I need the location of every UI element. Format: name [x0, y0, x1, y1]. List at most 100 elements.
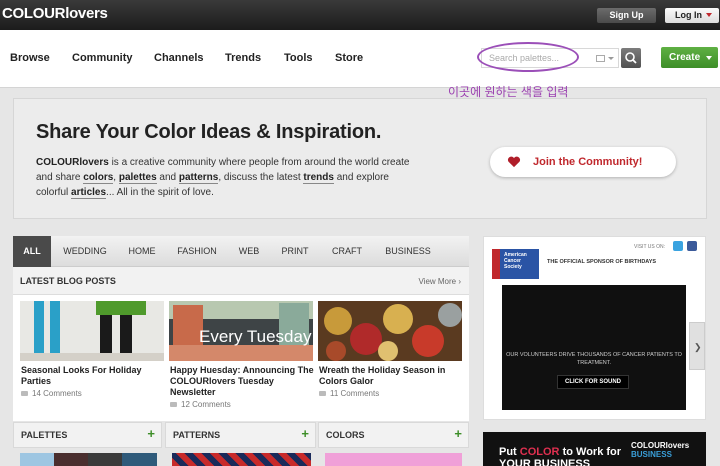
ad-business[interactable]: Put COLOR to Work for YOUR BUSINESS COLOU… — [483, 432, 706, 466]
post-image-caption: Every Tuesday — [199, 327, 312, 346]
search-icon — [625, 52, 637, 64]
hero-title: Share Your Color Ideas & Inspiration. — [36, 121, 382, 143]
video-player[interactable]: OUR VOLUNTEERS DRIVE THOUSANDS OF CANCER… — [502, 285, 686, 410]
acs-logo-text: American Cancer Society — [504, 252, 527, 270]
hero-text: ... All in the spirit of love. — [106, 187, 214, 198]
section-label[interactable]: COLORS — [326, 430, 365, 440]
sponsor-text: THE OFFICIAL SPONSOR OF BIRTHDAYS — [547, 259, 657, 265]
ad-text: COLOR — [519, 446, 560, 458]
post-title[interactable]: Wreath the Holiday Season in Colors Galo… — [319, 365, 463, 387]
post-comments[interactable]: 12 Comments — [170, 400, 231, 409]
palette-swatch[interactable] — [20, 453, 54, 466]
carousel-next-button[interactable]: ❯ — [689, 322, 705, 370]
video-text: OUR VOLUNTEERS DRIVE THOUSANDS OF CANCER… — [506, 352, 682, 366]
nav-store[interactable]: Store — [335, 52, 363, 64]
login-label: Log In — [675, 10, 702, 20]
palette-swatch[interactable] — [54, 453, 88, 466]
tab-fashion[interactable]: FASHION — [171, 236, 223, 267]
grid-icon[interactable] — [596, 55, 605, 62]
ad-brand-name: COLOURlovers — [631, 441, 690, 450]
tab-print[interactable]: PRINT — [275, 236, 315, 267]
chevron-down-icon — [706, 56, 712, 60]
post-comments[interactable]: 14 Comments — [21, 389, 82, 398]
post-image[interactable] — [318, 301, 462, 361]
create-button[interactable]: Create — [661, 47, 718, 68]
signup-button[interactable]: Sign Up — [597, 8, 656, 23]
post-image[interactable]: Every Tuesday — [169, 301, 313, 361]
category-tabs: ALL WEDDING HOME FASHION WEB PRINT CRAFT… — [13, 236, 469, 267]
chevron-down-icon — [706, 13, 712, 17]
hero-panel: Share Your Color Ideas & Inspiration. CO… — [13, 98, 707, 219]
chevron-right-icon: ❯ — [694, 342, 702, 352]
link-palettes[interactable]: palettes — [118, 172, 157, 184]
main-nav: Browse Community Channels Trends Tools S… — [0, 30, 720, 88]
annotation-oval — [477, 42, 579, 72]
palette-swatch[interactable] — [122, 453, 157, 466]
chevron-down-icon — [608, 57, 614, 60]
tab-craft[interactable]: CRAFT — [323, 236, 371, 267]
ad-brand-sub: BUSINESS — [631, 450, 672, 459]
twitter-icon[interactable] — [673, 241, 683, 251]
tab-wedding[interactable]: WEDDING — [57, 236, 113, 267]
nav-tools[interactable]: Tools — [284, 52, 313, 64]
visit-us-label: VISIT US ON: — [634, 244, 666, 250]
comment-icon — [319, 391, 326, 396]
nav-browse[interactable]: Browse — [10, 52, 50, 64]
click-for-sound-button[interactable]: CLICK FOR SOUND — [557, 375, 629, 389]
tab-business[interactable]: BUSINESS — [379, 236, 437, 267]
hero-description: COLOURlovers is a creative community whe… — [36, 155, 416, 200]
plus-icon[interactable]: + — [454, 426, 462, 441]
comments-count: 12 Comments — [181, 400, 231, 409]
link-trends[interactable]: trends — [303, 172, 334, 184]
hero-brand: COLOURlovers — [36, 157, 109, 168]
comments-count: 14 Comments — [32, 389, 82, 398]
section-label[interactable]: PATTERNS — [173, 430, 220, 440]
ad-text: Put — [499, 446, 520, 458]
blog-header: LATEST BLOG POSTS View More › — [13, 267, 469, 295]
color-swatch[interactable] — [325, 453, 462, 466]
post-comments[interactable]: 11 Comments — [319, 389, 379, 398]
plus-icon[interactable]: + — [147, 426, 155, 441]
nav-community[interactable]: Community — [72, 52, 133, 64]
tab-all[interactable]: ALL — [13, 236, 51, 267]
blog-title: LATEST BLOG POSTS — [20, 276, 116, 286]
comments-count: 11 Comments — [330, 389, 380, 398]
link-articles[interactable]: articles — [71, 187, 107, 199]
nav-trends[interactable]: Trends — [225, 52, 261, 64]
ad-text: to Work for — [559, 446, 622, 458]
section-patterns: PATTERNS + — [165, 422, 316, 448]
post-title[interactable]: Seasonal Looks For Holiday Parties — [21, 365, 165, 387]
comment-icon — [170, 402, 177, 407]
view-more-link[interactable]: View More › — [418, 277, 461, 286]
acs-logo: American Cancer Society — [492, 249, 539, 279]
ad-american-cancer-society[interactable]: VISIT US ON: American Cancer Society THE… — [483, 236, 706, 420]
link-colors[interactable]: colors — [83, 172, 114, 184]
post-title[interactable]: Happy Huesday: Announcing The COLOURlove… — [170, 365, 314, 398]
tab-web[interactable]: WEB — [231, 236, 267, 267]
facebook-icon[interactable] — [687, 241, 697, 251]
comment-icon — [21, 391, 28, 396]
acs-logo-bar — [492, 249, 500, 279]
heart-icon — [507, 156, 521, 168]
ad-brand: COLOURlovers BUSINESS — [631, 441, 689, 459]
link-patterns[interactable]: patterns — [178, 172, 219, 184]
tab-home[interactable]: HOME — [121, 236, 163, 267]
section-colors: COLORS + — [318, 422, 469, 448]
section-label[interactable]: PALETTES — [21, 430, 67, 440]
ad-text: YOUR BUSINESS — [499, 458, 591, 466]
login-button[interactable]: Log In — [665, 8, 719, 23]
palette-swatch[interactable] — [88, 453, 122, 466]
pattern-swatch[interactable] — [172, 453, 311, 466]
join-label: Join the Community! — [533, 156, 643, 168]
join-community-button[interactable]: Join the Community! — [490, 147, 676, 177]
ad-headline: Put COLOR to Work for YOUR BUSINESS — [499, 446, 621, 466]
post-image[interactable] — [20, 301, 164, 361]
section-palettes: PALETTES + — [13, 422, 162, 448]
hero-text: and — [156, 172, 179, 183]
hero-text: , — [113, 172, 119, 183]
search-button[interactable] — [621, 48, 641, 68]
nav-channels[interactable]: Channels — [154, 52, 204, 64]
logo[interactable]: COLOURlovers — [2, 5, 108, 22]
plus-icon[interactable]: + — [301, 426, 309, 441]
create-label: Create — [669, 52, 701, 63]
